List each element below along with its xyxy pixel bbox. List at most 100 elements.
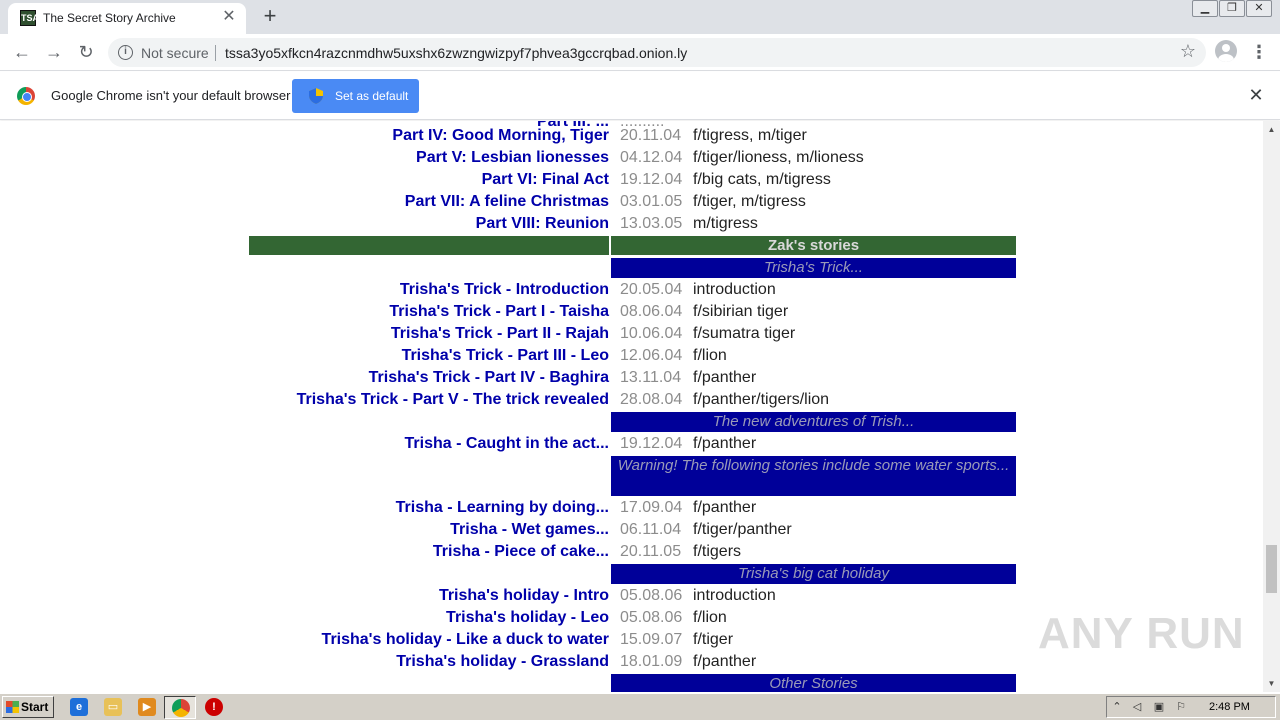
- flag-icon[interactable]: ⚐: [1174, 700, 1188, 714]
- table-row: Part VII: A feline Christmas 03.01.05 f/ti…: [0, 190, 1263, 212]
- story-link[interactable]: Trisha's holiday - Like a duck to water: [322, 631, 609, 649]
- story-link[interactable]: Trisha - Caught in the act...: [405, 435, 609, 453]
- story-link[interactable]: Trisha - Learning by doing...: [396, 499, 609, 517]
- reload-icon[interactable]: ↻: [74, 40, 98, 64]
- story-link[interactable]: Trisha - Wet games...: [450, 521, 609, 539]
- browser-tab[interactable]: TSA The Secret Story Archive ✕: [8, 3, 246, 34]
- windows-logo-icon: [6, 701, 19, 713]
- story-link[interactable]: Part IV: Good Morning, Tiger: [392, 127, 609, 145]
- story-date: 15.09.07: [620, 631, 683, 648]
- story-link[interactable]: Trisha's Trick - Part IV - Baghira: [369, 369, 609, 387]
- chrome-logo-icon: [17, 87, 35, 105]
- explorer-icon[interactable]: ▭: [104, 698, 122, 716]
- story-date: 28.08.04: [620, 391, 683, 408]
- back-icon[interactable]: ←: [10, 40, 34, 64]
- story-link[interactable]: Trisha's holiday - Grassland: [396, 653, 609, 671]
- table-row: Trisha's Trick - Part I - Taisha 08.06.04…: [0, 300, 1263, 322]
- story-tags: f/tigress, m/tiger: [693, 127, 807, 144]
- scroll-up-icon[interactable]: ▲: [1263, 121, 1280, 138]
- start-label: Start: [21, 700, 49, 714]
- story-date: 03.01.05: [620, 193, 683, 210]
- story-tags: f/sibirian tiger: [693, 303, 789, 320]
- story-date: 04.12.04: [620, 149, 683, 166]
- volume-icon[interactable]: ◁: [1130, 700, 1144, 714]
- story-link[interactable]: Part VI: Final Act: [482, 171, 609, 189]
- story-tags: f/lion: [693, 609, 727, 626]
- subhead-trick: Trisha's Trick...: [611, 258, 1016, 278]
- media-player-icon[interactable]: ▶: [138, 698, 156, 716]
- security-label[interactable]: Not secure: [141, 45, 209, 61]
- forward-icon[interactable]: →: [42, 40, 66, 64]
- story-link[interactable]: Trisha's Trick - Part II - Rajah: [391, 325, 609, 343]
- set-default-button[interactable]: Set as default: [292, 79, 419, 113]
- anyrun-watermark: ANY RUN: [1038, 609, 1245, 658]
- tray-expand-icon[interactable]: ⌃: [1110, 700, 1124, 714]
- restore-button[interactable]: ❐: [1219, 0, 1245, 17]
- tab-close-icon[interactable]: ✕: [220, 8, 238, 26]
- table-row: Trisha's holiday - Intro 05.08.06 introduc…: [0, 584, 1263, 606]
- story-link[interactable]: Part VIII: Reunion: [476, 215, 609, 233]
- table-row: Trisha - Wet games... 06.11.04 f/tiger/pan…: [0, 518, 1263, 540]
- window-controls: ▁ ❐ ✕: [1191, 0, 1272, 18]
- story-date: 17.09.04: [620, 499, 683, 516]
- scroll-down-icon[interactable]: ▼: [1263, 675, 1280, 692]
- tab-strip: TSA The Secret Story Archive ✕ + ▁ ❐ ✕: [0, 0, 1280, 34]
- start-button[interactable]: Start: [2, 696, 54, 718]
- story-tags: f/tiger, m/tigress: [693, 193, 806, 210]
- subhead-warning: Warning! The following stories include s…: [611, 456, 1016, 496]
- set-default-label: Set as default: [335, 89, 409, 103]
- new-tab-button[interactable]: +: [258, 5, 282, 29]
- star-icon[interactable]: ☆: [1180, 41, 1196, 62]
- minimize-button[interactable]: ▁: [1192, 0, 1218, 17]
- table-row: Part VIII: Reunion 13.03.05 m/tigress: [0, 212, 1263, 234]
- info-icon[interactable]: i: [118, 45, 133, 60]
- story-tags: f/panther: [693, 653, 757, 670]
- table-row: Trisha's Trick - Part V - The trick reve…: [0, 388, 1263, 410]
- story-tags: f/panther/tigers/lion: [693, 391, 830, 408]
- story-date: 13.11.04: [620, 369, 682, 386]
- story-date: 18.01.09: [620, 653, 683, 670]
- story-link[interactable]: Trisha's Trick - Part I - Taisha: [389, 303, 609, 321]
- subhead-adventures: The new adventures of Trish...: [611, 412, 1016, 432]
- page-viewport: Part III: ... .......... Part IV: Good M…: [0, 121, 1263, 692]
- network-icon[interactable]: ▣: [1152, 700, 1166, 714]
- story-tags: f/tiger/panther: [693, 521, 792, 538]
- story-link[interactable]: Trisha's holiday - Leo: [446, 609, 609, 627]
- story-link[interactable]: Trisha's Trick - Part V - The trick reve…: [297, 391, 609, 409]
- story-tags: introduction: [693, 587, 776, 604]
- story-tags: f/tiger: [693, 631, 734, 648]
- story-date: 13.03.05: [620, 215, 683, 232]
- story-date: 19.12.04: [620, 171, 683, 188]
- story-date: 20.11.04: [620, 127, 682, 144]
- clock: 2:48 PM: [1209, 701, 1250, 713]
- ie-icon[interactable]: e: [70, 698, 88, 716]
- antivirus-icon[interactable]: !: [205, 698, 223, 716]
- infobar-message: Google Chrome isn't your default browser: [51, 88, 291, 103]
- story-link[interactable]: Trisha's Trick - Part III - Leo: [402, 347, 609, 365]
- story-date: 19.12.04: [620, 435, 683, 452]
- story-link[interactable]: Trisha - Piece of cake...: [433, 543, 609, 561]
- chrome-icon: [172, 699, 190, 717]
- profile-icon[interactable]: [1215, 40, 1237, 62]
- table-row: Part V: Lesbian lionesses 04.12.04 f/tiger…: [0, 146, 1263, 168]
- story-link[interactable]: Part V: Lesbian lionesses: [416, 149, 609, 167]
- story-link[interactable]: Trisha's holiday - Intro: [439, 587, 609, 605]
- story-date: 05.08.06: [620, 587, 683, 604]
- chrome-taskbar-button[interactable]: [164, 696, 196, 719]
- scroll-thumb[interactable]: [1266, 545, 1277, 593]
- url-text[interactable]: tssa3yo5xfkcn4razcnmdhw5uxshx6zwzngwizpy…: [225, 45, 687, 61]
- table-row: Trisha - Caught in the act... 19.12.04 f/p…: [0, 432, 1263, 454]
- story-link[interactable]: Trisha's Trick - Introduction: [400, 281, 609, 299]
- menu-icon[interactable]: ⋮: [1249, 40, 1269, 64]
- table-row: Part VI: Final Act 19.12.04 f/big cats, m/…: [0, 168, 1263, 190]
- story-tags: f/lion: [693, 347, 727, 364]
- address-bar[interactable]: i Not secure tssa3yo5xfkcn4razcnmdhw5uxs…: [108, 38, 1206, 67]
- story-link[interactable]: Part VII: A feline Christmas: [405, 193, 609, 211]
- story-date: 10.06.04: [620, 325, 683, 342]
- vertical-scrollbar[interactable]: ▲ ▼: [1263, 121, 1280, 692]
- window-close-button[interactable]: ✕: [1246, 0, 1272, 17]
- close-icon[interactable]: ✕: [1246, 85, 1266, 105]
- system-tray: ⌃ ◁ ▣ ⚐ 2:48 PM: [1106, 696, 1276, 718]
- browser-toolbar: ← → ↻ i Not secure tssa3yo5xfkcn4razcnmd…: [0, 34, 1280, 71]
- table-row: Trisha's Trick - Part III - Leo 12.06.04 f…: [0, 344, 1263, 366]
